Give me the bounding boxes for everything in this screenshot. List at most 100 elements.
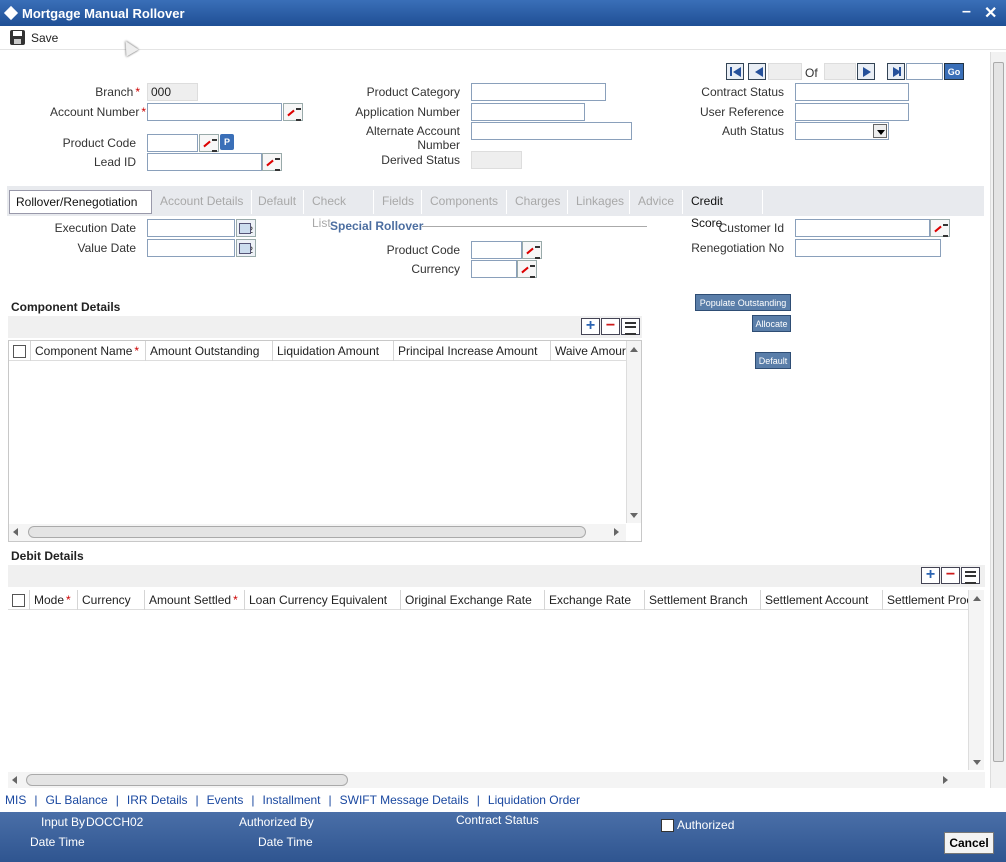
tab-fields[interactable]: Fields [376,190,422,214]
save-button[interactable]: Save [10,30,58,45]
debit-add-row-icon[interactable]: + [921,567,940,584]
link-separator: | [251,793,255,807]
execution-date-calendar-icon[interactable]: 2 [236,219,256,237]
product-category-input[interactable] [471,83,606,101]
tab-account-details[interactable]: Account Details [154,190,252,214]
debit-select-all-checkbox[interactable] [12,594,25,608]
go-to-record-input[interactable] [906,63,943,80]
product-p-button[interactable]: P [220,134,234,150]
user-reference-input[interactable] [795,103,909,121]
scroll-down-icon[interactable] [630,513,638,518]
contract-status-label: Contract Status [701,85,784,99]
previous-arrow-icon [755,67,763,77]
currency-lov-icon[interactable] [517,260,537,278]
tab-components[interactable]: Components [424,190,507,214]
alternate-account-number-input[interactable] [471,122,632,140]
product-code-lov-icon[interactable] [199,134,219,152]
branch-field: 000 [147,83,198,101]
window-title: Mortgage Manual Rollover [22,6,185,21]
current-record-field [768,63,802,80]
link-events[interactable]: Events [202,793,244,807]
alternate-account-label-1: Alternate Account [365,124,460,138]
allocate-button[interactable]: Allocate [752,315,791,332]
debit-grid-hscroll[interactable] [8,772,985,788]
tab-check-list[interactable]: Check List [306,190,374,230]
scroll-left-icon[interactable] [12,776,17,784]
column-header-mode: Mode * [30,590,78,610]
authorized-label: Authorized [677,818,735,832]
debit-hscroll-thumb[interactable] [26,774,348,786]
component-single-view-icon[interactable] [621,318,640,335]
previous-record-button[interactable] [748,63,766,80]
page-scroll-thumb[interactable] [993,62,1004,762]
component-grid-vscroll[interactable] [626,341,641,523]
special-product-code-lov-icon[interactable] [522,241,542,259]
debit-grid-vscroll[interactable] [968,590,984,770]
scroll-up-icon[interactable] [630,347,638,352]
dropdown-arrow-icon[interactable] [873,124,887,138]
tab-linkages[interactable]: Linkages [570,190,630,214]
link-separator: | [115,793,119,807]
component-delete-row-icon[interactable]: − [601,318,620,335]
component-add-row-icon[interactable]: + [581,318,600,335]
execution-date-input[interactable] [147,219,235,237]
product-code-input[interactable] [147,134,198,152]
customer-id-lov-icon[interactable] [930,219,950,237]
cancel-button[interactable]: Cancel [944,832,994,854]
scroll-down-icon[interactable] [973,760,981,765]
special-product-code-input[interactable] [471,241,522,259]
close-icon[interactable]: ✕ [984,3,997,23]
component-grid-header: Component Name * Amount Outstanding Liqui… [9,341,629,361]
tab-charges[interactable]: Charges [509,190,568,214]
scroll-right-icon[interactable] [614,528,619,536]
go-button[interactable]: Go [944,63,964,80]
authorized-checkbox-wrap: Authorized [661,818,735,833]
value-date-calendar-icon[interactable]: 2 [236,239,256,257]
application-number-input[interactable] [471,103,585,121]
scroll-right-icon[interactable] [943,776,948,784]
default-button[interactable]: Default [755,352,791,369]
scroll-up-icon[interactable] [973,596,981,601]
tab-default[interactable]: Default [252,190,304,214]
link-gl-balance[interactable]: GL Balance [40,793,107,807]
column-header-amount-outstanding: Amount Outstanding [146,341,273,361]
component-select-all-checkbox[interactable] [13,345,26,359]
link-swift-message-details[interactable]: SWIFT Message Details [335,793,469,807]
footer-links-bar: MIS | GL Balance | IRR Details | Events | Instal… [0,793,1006,810]
link-installment[interactable]: Installment [257,793,320,807]
last-record-button[interactable] [887,63,905,80]
tab-credit-score[interactable]: Credit Score [685,190,763,230]
tab-advice[interactable]: Advice [632,190,683,214]
debit-single-view-icon[interactable] [961,567,980,584]
component-hscroll-thumb[interactable] [28,526,586,538]
link-mis[interactable]: MIS [0,793,26,807]
renegotiation-no-input[interactable] [795,239,941,257]
column-header-principal-increase-amount: Principal Increase Amount [394,341,551,361]
scroll-left-icon[interactable] [13,528,18,536]
currency-input[interactable] [471,260,517,278]
auth-status-select[interactable] [795,122,889,140]
next-record-button[interactable] [857,63,875,80]
account-number-lov-icon[interactable] [283,103,303,121]
customer-id-input[interactable] [795,219,930,237]
link-liquidation-order[interactable]: Liquidation Order [483,793,580,807]
component-grid-hscroll[interactable] [9,524,626,541]
value-date-input[interactable] [147,239,235,257]
column-header-settlement-branch: Settlement Branch [645,590,761,610]
contract-status-input[interactable] [795,83,909,101]
lead-id-input[interactable] [147,153,262,171]
authorized-checkbox[interactable] [661,819,674,833]
debit-delete-row-icon[interactable]: − [941,567,960,584]
populate-outstanding-button[interactable]: Populate Outstanding [695,294,791,311]
lead-id-lov-icon[interactable] [262,153,282,171]
page-vertical-scrollbar[interactable] [990,52,1006,788]
link-irr-details[interactable]: IRR Details [122,793,188,807]
column-header-amount-settled: Amount Settled * [145,590,245,610]
minimize-icon[interactable]: – [962,3,971,21]
last-arrow-icon [893,67,901,77]
component-grid: Component Name * Amount Outstanding Liqui… [8,340,642,542]
first-record-button[interactable] [726,63,744,80]
renegotiation-no-label: Renegotiation No [691,241,784,255]
account-number-input[interactable] [147,103,282,121]
tab-rollover-renegotiation[interactable]: Rollover/Renegotiation [9,190,152,214]
